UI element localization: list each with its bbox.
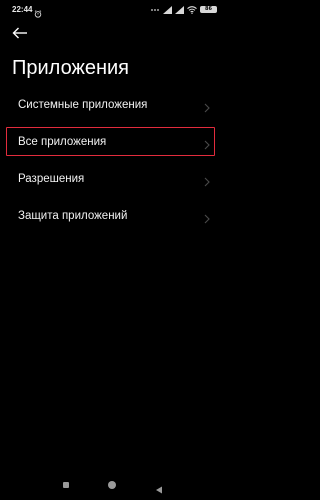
page-title: Приложения <box>12 57 130 79</box>
wifi-icon <box>187 1 197 19</box>
battery-level: 86 <box>205 6 212 12</box>
dots-icon <box>150 1 160 19</box>
settings-item-label: Разрешения <box>18 172 85 185</box>
settings-item-all-apps[interactable]: Все приложения <box>0 123 225 160</box>
status-bar: 22:44 86 <box>0 0 225 22</box>
settings-item-label: Системные приложения <box>18 98 148 111</box>
settings-item-label: Защита приложений <box>18 209 128 222</box>
settings-item-app-protection[interactable]: Защита приложений <box>0 197 225 234</box>
recent-apps-button[interactable] <box>63 482 69 488</box>
signal-icon <box>175 1 184 19</box>
battery-icon: 86 <box>200 6 217 13</box>
arrow-left-icon <box>12 26 28 44</box>
back-button[interactable] <box>12 26 36 44</box>
status-time: 22:44 <box>12 5 33 14</box>
chevron-right-icon <box>204 100 210 112</box>
chevron-right-icon <box>204 137 210 149</box>
settings-item-system-apps[interactable]: Системные приложения <box>0 86 225 123</box>
settings-item-permissions[interactable]: Разрешения <box>0 160 225 197</box>
signal-icon <box>163 1 172 19</box>
settings-list: Системные приложения Все приложения Разр… <box>0 86 225 234</box>
alarm-icon <box>34 5 42 18</box>
home-button[interactable] <box>108 481 116 489</box>
nav-back-button[interactable] <box>155 481 163 494</box>
chevron-right-icon <box>204 174 210 186</box>
navigation-bar <box>0 470 225 500</box>
settings-item-label: Все приложения <box>18 135 107 148</box>
chevron-right-icon <box>204 211 210 223</box>
